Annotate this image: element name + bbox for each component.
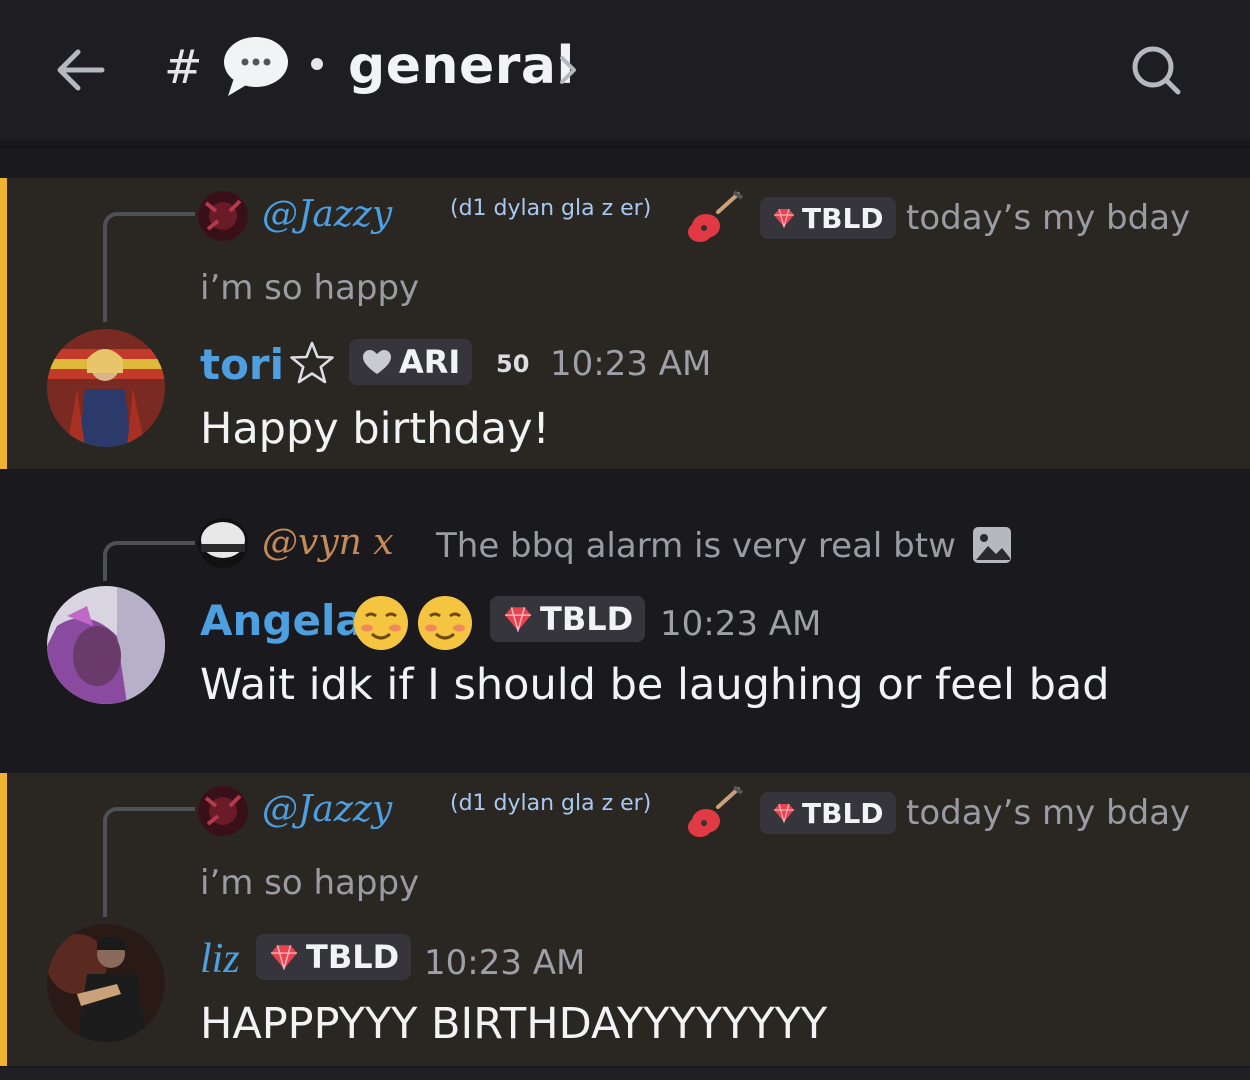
message-content[interactable]: Happy birthday! — [200, 404, 550, 454]
reply-badge-label: TBLD — [802, 796, 884, 830]
gem-icon — [271, 945, 297, 970]
timestamp: 10:23 AM — [660, 604, 822, 644]
timestamp: 10:23 AM — [550, 344, 712, 384]
gem-icon — [505, 607, 531, 632]
back-button[interactable] — [50, 38, 114, 102]
role-badge: TBLD — [256, 934, 412, 980]
reply-mention[interactable]: @Jazzy — [262, 789, 392, 830]
reply-avatar[interactable] — [198, 191, 248, 241]
message-content[interactable]: Wait idk if I should be laughing or feel… — [200, 660, 1110, 710]
guitar-icon — [684, 190, 744, 250]
blush-emoji-icon — [416, 594, 474, 656]
author-name[interactable]: liz — [200, 935, 240, 983]
reply-preview-text[interactable]: today’s my bday — [906, 198, 1190, 238]
avatar[interactable] — [47, 586, 165, 704]
role-badge-label: TBLD — [306, 938, 400, 976]
message-item[interactable]: @Jazzy (d1 dylan gla z er) TBLD today’s … — [0, 773, 1250, 1066]
reply-badge-label: TBLD — [802, 201, 884, 235]
reply-preview-text[interactable]: The bbq alarm is very real btw — [436, 526, 956, 566]
channel-header: # general — [0, 0, 1250, 140]
reply-role-badge: TBLD — [760, 792, 896, 834]
reply-role-badge: TBLD — [760, 197, 896, 239]
reply-avatar[interactable] — [198, 518, 248, 568]
author-name[interactable]: tori — [200, 340, 284, 389]
channel-name[interactable]: general — [348, 36, 575, 96]
timestamp: 10:23 AM — [424, 943, 586, 983]
arrow-left-icon — [57, 49, 105, 91]
author-name[interactable]: Angela — [200, 596, 364, 645]
role-badge-label: ARI — [399, 343, 461, 381]
reply-user-tag: (d1 dylan gla z er) — [450, 196, 652, 221]
search-icon — [1132, 46, 1181, 95]
separator-dot — [311, 58, 323, 70]
reply-preview-text[interactable]: today’s my bday — [906, 793, 1190, 833]
reply-preview-text-line2[interactable]: i’m so happy — [200, 863, 419, 903]
avatar[interactable] — [47, 329, 165, 447]
blush-emoji-icon — [352, 594, 410, 656]
reply-connector — [103, 541, 195, 581]
role-badge: ARI — [349, 339, 473, 385]
guitar-icon — [684, 785, 744, 845]
speech-bubble-icon — [220, 34, 292, 104]
image-icon — [972, 526, 1012, 568]
reply-connector — [103, 807, 195, 917]
search-button[interactable] — [1126, 40, 1186, 100]
star-icon — [288, 340, 336, 390]
reply-user-tag: (d1 dylan gla z er) — [450, 791, 652, 816]
gem-icon — [774, 208, 794, 228]
header-divider — [0, 146, 1250, 148]
chevron-right-icon[interactable] — [556, 50, 582, 94]
avatar[interactable] — [47, 924, 165, 1042]
reply-mention[interactable]: @Jazzy — [262, 194, 392, 235]
reply-connector — [103, 212, 195, 322]
heart-icon — [363, 350, 391, 374]
extra-tag: 50 — [496, 350, 530, 378]
message-item[interactable]: @vyn x The bbq alarm is very real btw An… — [0, 500, 1250, 750]
bottom-edge — [0, 1068, 1250, 1080]
role-badge-label: TBLD — [540, 600, 634, 638]
message-content[interactable]: HAPPPYYY BIRTHDAYYYYYYYY — [200, 999, 827, 1049]
reply-preview-text-line2[interactable]: i’m so happy — [200, 268, 419, 308]
channel-hash: # — [164, 40, 203, 94]
message-item[interactable]: @Jazzy (d1 dylan gla z er) TBLD today’s … — [0, 178, 1250, 469]
reply-avatar[interactable] — [198, 786, 248, 836]
role-badge: TBLD — [490, 596, 646, 642]
gem-icon — [774, 803, 794, 823]
reply-mention[interactable]: @vyn x — [262, 522, 394, 563]
